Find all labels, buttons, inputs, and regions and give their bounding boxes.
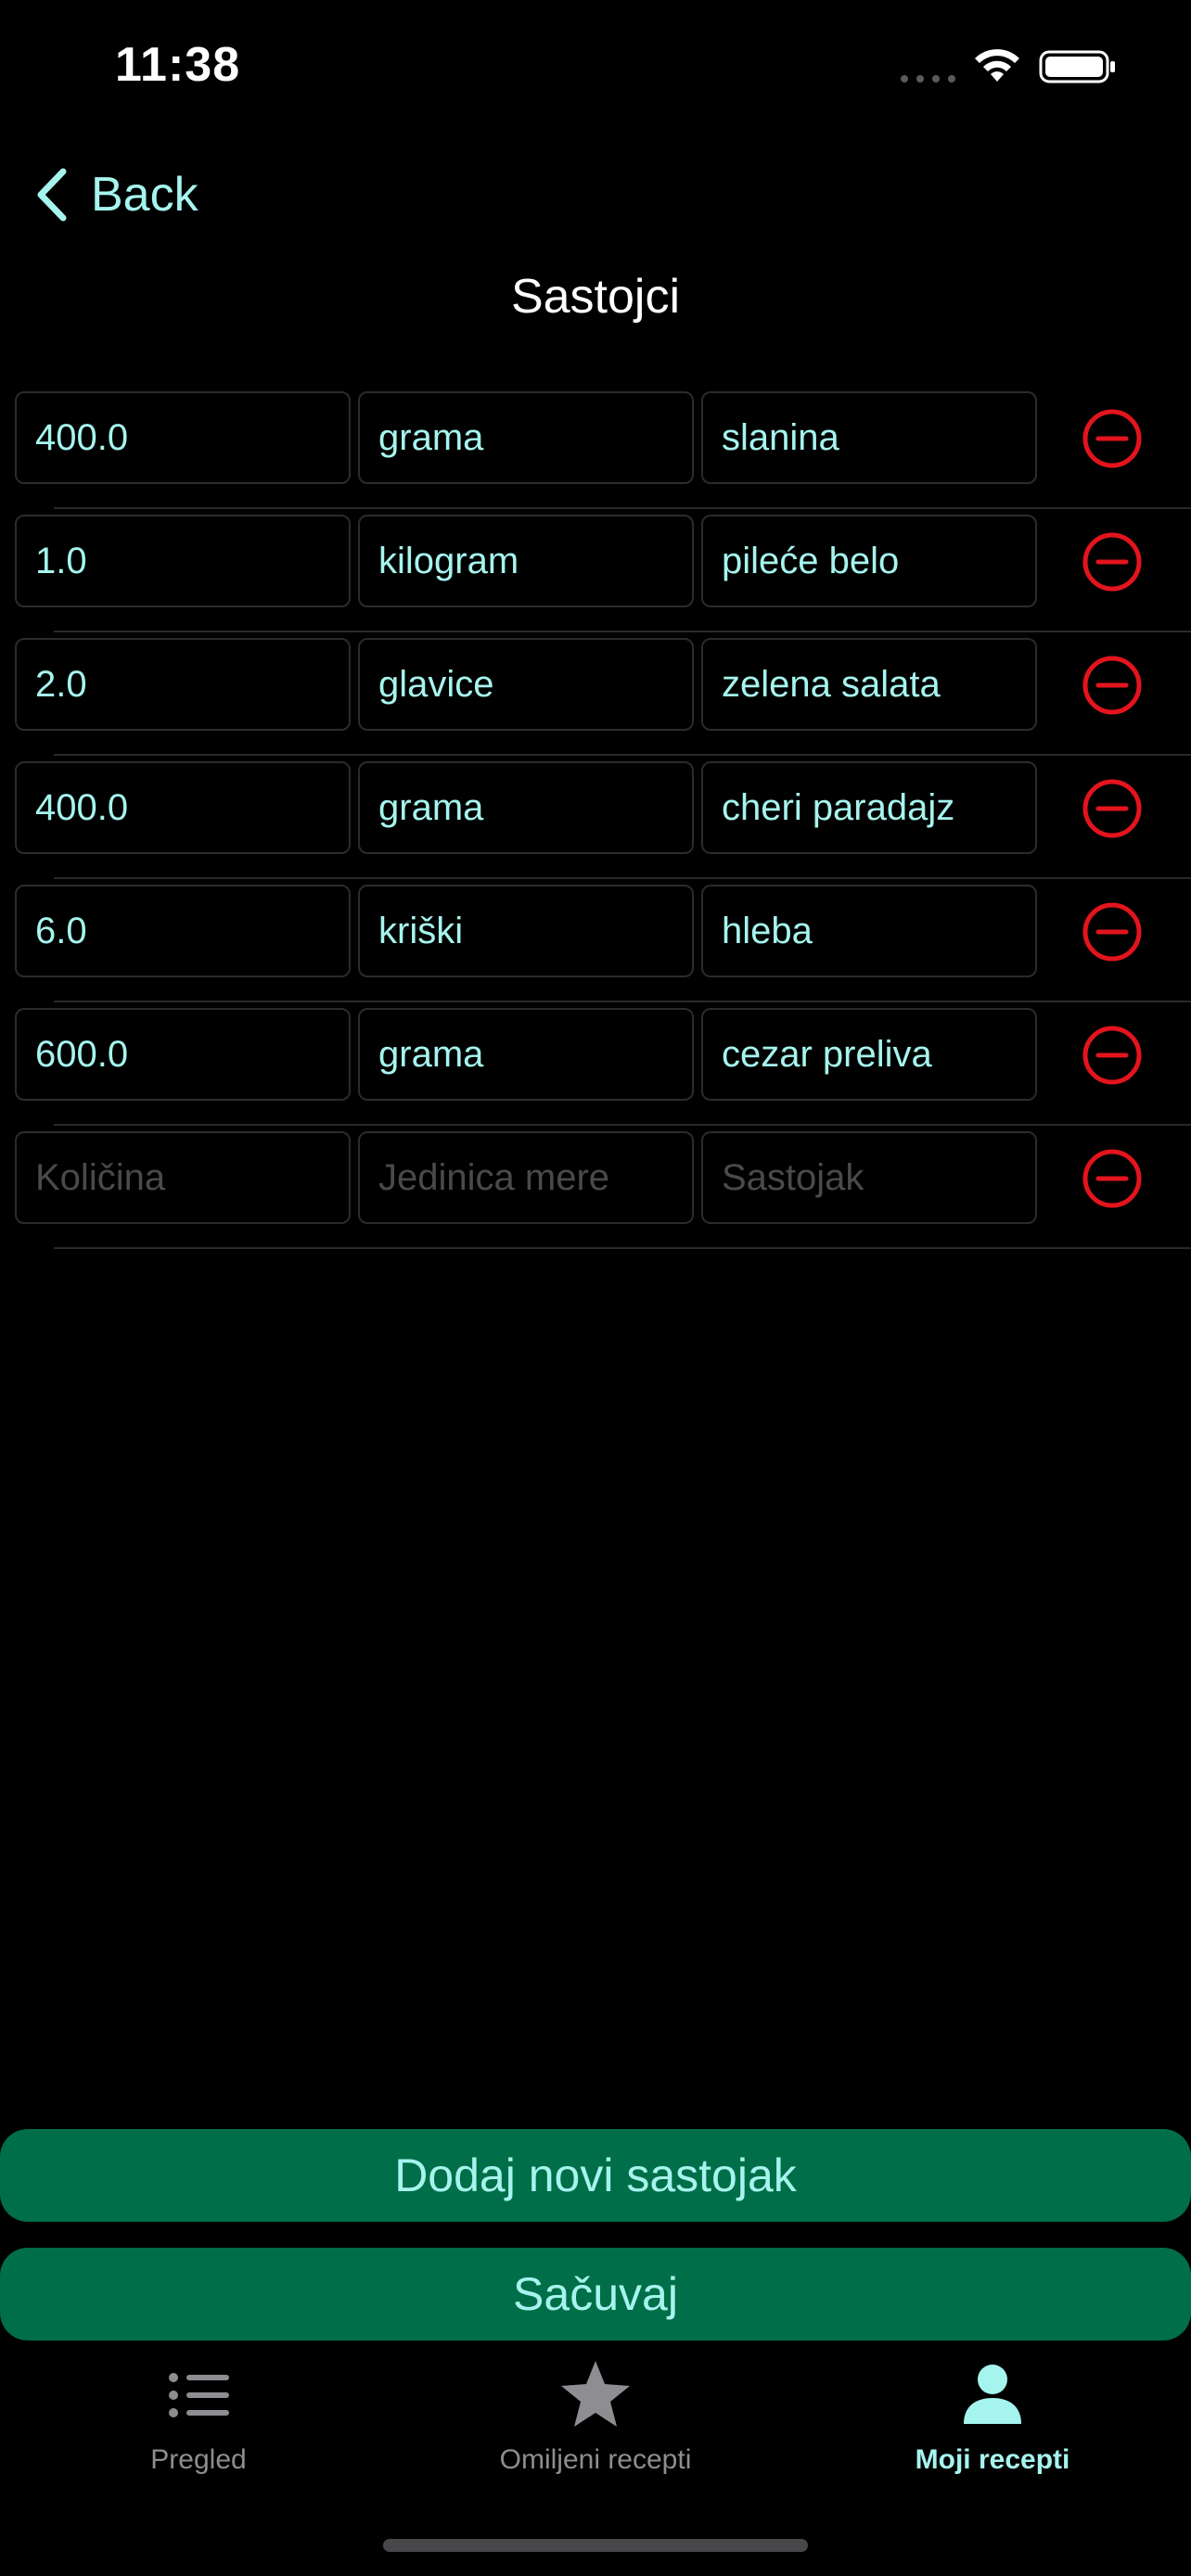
unit-field[interactable] [358, 885, 694, 977]
status-bar: 11:38 [0, 0, 1191, 139]
remove-ingredient-button[interactable] [1082, 778, 1143, 839]
ingredient-row [0, 509, 1191, 632]
minus-circle-icon [1082, 1026, 1142, 1085]
ingredient-row [0, 1002, 1191, 1126]
minus-circle-icon [1082, 656, 1142, 715]
tab-omiljeni-recepti[interactable]: Omiljeni recepti [397, 2346, 794, 2485]
ingredient-name-field[interactable] [701, 1008, 1037, 1101]
ingredient-list [0, 386, 1191, 1249]
unit-field[interactable] [358, 1131, 694, 1224]
back-label: Back [91, 168, 198, 222]
quantity-field[interactable] [15, 1131, 351, 1224]
minus-circle-icon [1082, 902, 1142, 962]
cellular-signal-icon [901, 75, 955, 83]
ingredient-name-field[interactable] [701, 1131, 1037, 1224]
quantity-field[interactable] [15, 761, 351, 854]
ingredient-name-field[interactable] [701, 761, 1037, 854]
ingredient-row [0, 879, 1191, 1002]
tab-pregled[interactable]: Pregled [0, 2346, 397, 2485]
ingredient-row [0, 632, 1191, 756]
ingredient-name-field[interactable] [701, 515, 1037, 607]
star-icon [561, 2361, 630, 2427]
minus-circle-icon [1082, 779, 1142, 838]
minus-circle-icon [1082, 532, 1142, 592]
back-button[interactable]: Back [33, 158, 198, 232]
add-ingredient-button[interactable]: Dodaj novi sastojak [0, 2129, 1191, 2222]
person-icon [964, 2365, 1021, 2424]
status-time: 11:38 [115, 38, 241, 92]
quantity-field[interactable] [15, 391, 351, 484]
ingredient-row-empty [0, 1126, 1191, 1249]
minus-circle-icon [1082, 409, 1142, 468]
unit-field[interactable] [358, 638, 694, 731]
remove-ingredient-button[interactable] [1082, 1148, 1143, 1209]
ingredient-name-field[interactable] [701, 638, 1037, 731]
ingredient-name-field[interactable] [701, 885, 1037, 977]
remove-ingredient-button[interactable] [1082, 408, 1143, 469]
ingredient-name-field[interactable] [701, 391, 1037, 484]
tab-label: Omiljeni recepti [499, 2444, 692, 2475]
remove-ingredient-button[interactable] [1082, 901, 1143, 963]
save-button[interactable]: Sačuvaj [0, 2248, 1191, 2340]
home-indicator [383, 2539, 808, 2552]
unit-field[interactable] [358, 515, 694, 607]
unit-field[interactable] [358, 391, 694, 484]
page-title: Sastojci [510, 270, 681, 324]
minus-circle-icon [1082, 1149, 1142, 1208]
tab-bar: Pregled Omiljeni recepti Moji recepti [0, 2346, 1191, 2485]
ingredient-row [0, 756, 1191, 879]
remove-ingredient-button[interactable] [1082, 1025, 1143, 1086]
wifi-icon [975, 49, 1019, 82]
unit-field[interactable] [358, 1008, 694, 1101]
tab-moji-recepti[interactable]: Moji recepti [794, 2346, 1191, 2485]
tab-label: Pregled [150, 2444, 247, 2475]
unit-field[interactable] [358, 761, 694, 854]
battery-icon [1039, 50, 1115, 83]
chevron-left-icon [37, 168, 67, 222]
quantity-field[interactable] [15, 638, 351, 731]
quantity-field[interactable] [15, 515, 351, 607]
tab-label: Moji recepti [915, 2444, 1070, 2475]
remove-ingredient-button[interactable] [1082, 655, 1143, 716]
ingredient-row [0, 386, 1191, 509]
quantity-field[interactable] [15, 1008, 351, 1101]
list-icon [169, 2373, 229, 2417]
remove-ingredient-button[interactable] [1082, 531, 1143, 593]
quantity-field[interactable] [15, 885, 351, 977]
